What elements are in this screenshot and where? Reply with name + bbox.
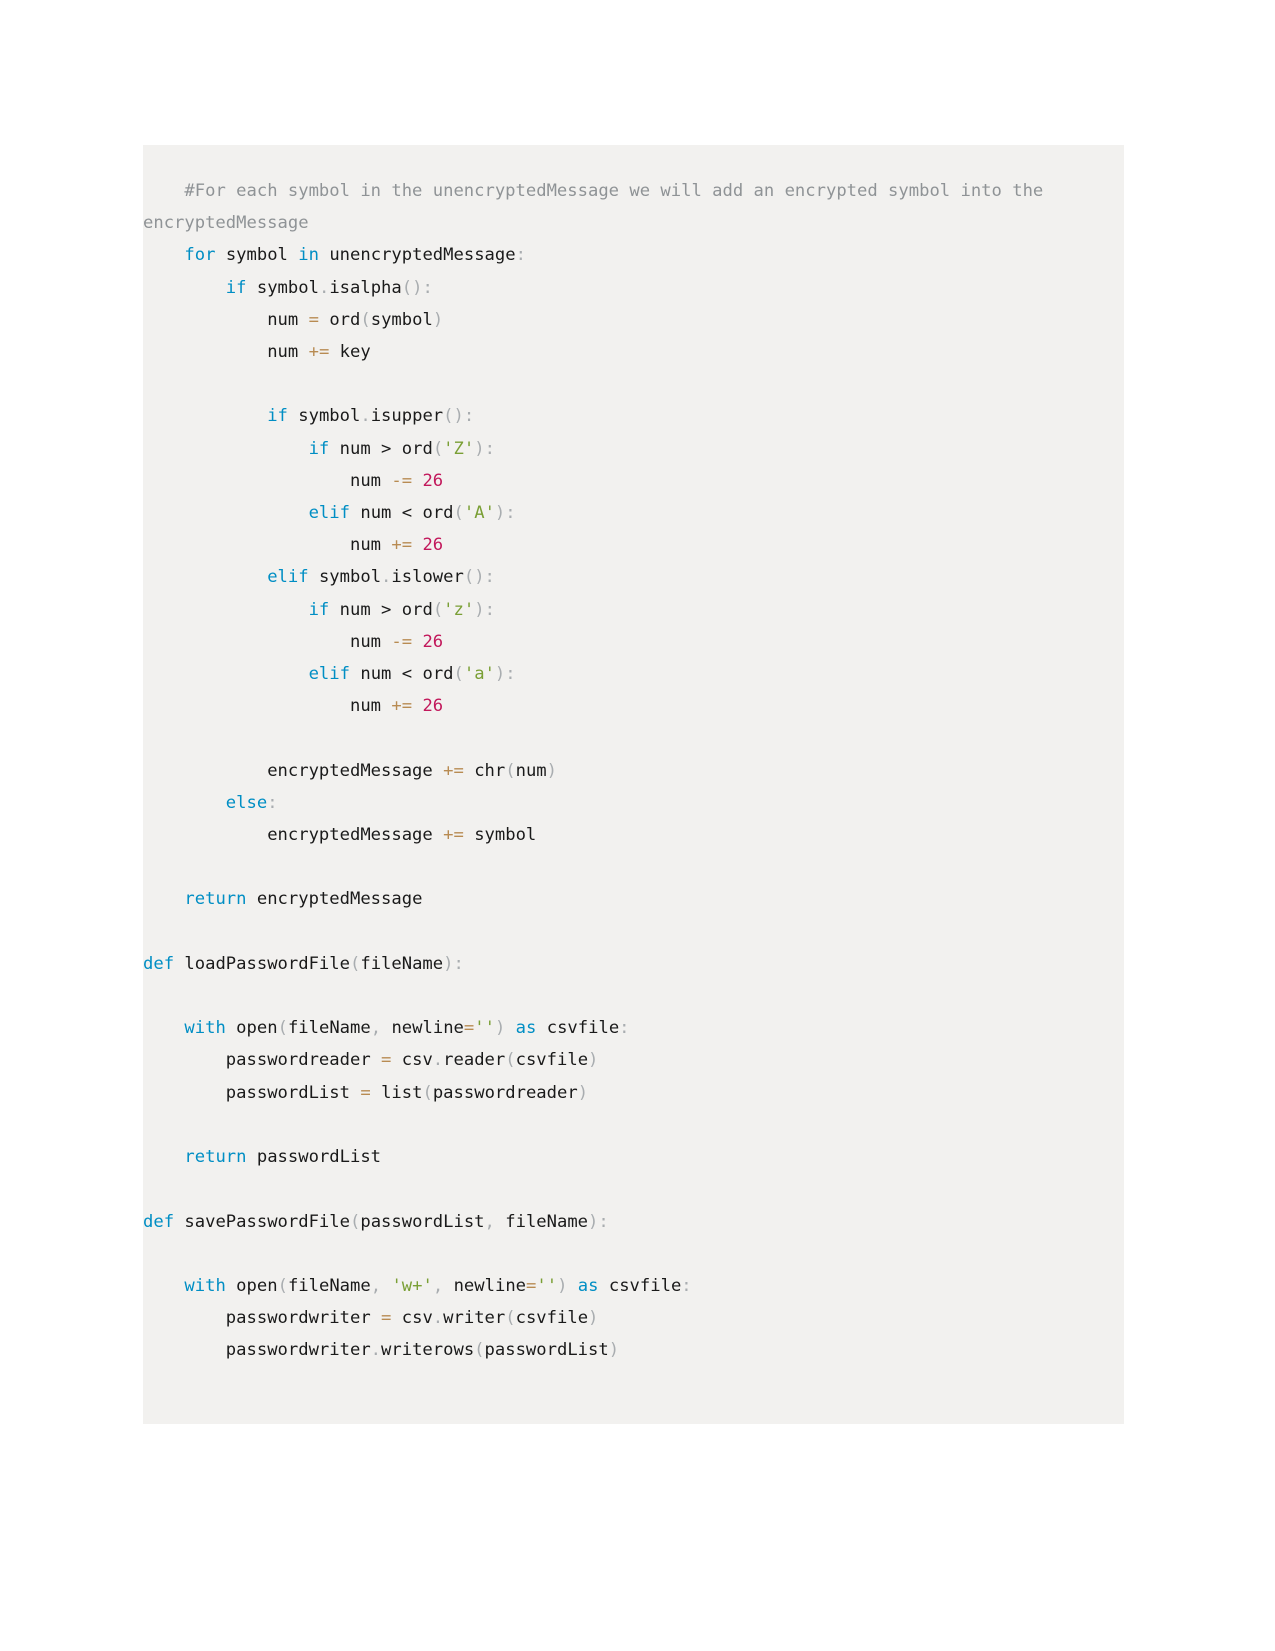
code-comment: #For each symbol in the unencryptedMessa… bbox=[143, 181, 1054, 234]
code-line: passwordwriter = csv.writer(csvfile) bbox=[225, 1308, 599, 1329]
code-line: encryptedMessage += chr(num) bbox=[267, 760, 557, 781]
code-line: elif num < ord('a'): bbox=[308, 664, 516, 685]
code-line: num = ord(symbol) bbox=[267, 309, 444, 330]
code-line: elif symbol.islower(): bbox=[267, 567, 495, 588]
code-line: encryptedMessage += symbol bbox=[267, 825, 537, 846]
code-line: num += key bbox=[267, 342, 371, 363]
code-line: for symbol in unencryptedMessage: bbox=[184, 245, 526, 266]
code-line: passwordwriter.writerows(passwordList) bbox=[225, 1340, 620, 1361]
code-line: if num > ord('Z'): bbox=[308, 438, 495, 459]
code-line: passwordreader = csv.reader(csvfile) bbox=[225, 1050, 599, 1071]
code-block: #For each symbol in the unencryptedMessa… bbox=[143, 145, 1124, 1424]
code-line: with open(fileName, 'w+', newline='') as… bbox=[184, 1275, 692, 1296]
code-line: with open(fileName, newline='') as csvfi… bbox=[184, 1018, 630, 1039]
code-line: else: bbox=[225, 792, 278, 813]
code-line: num -= 26 bbox=[349, 470, 444, 491]
code-line: return passwordList bbox=[184, 1147, 382, 1168]
code-line: num += 26 bbox=[349, 535, 444, 556]
code-line: if num > ord('z'): bbox=[308, 599, 495, 620]
code-line: def loadPasswordFile(fileName): bbox=[143, 953, 464, 974]
code-line: elif num < ord('A'): bbox=[308, 503, 516, 524]
code-line: passwordList = list(passwordreader) bbox=[225, 1082, 589, 1103]
code-line: num += 26 bbox=[349, 696, 444, 717]
code-line: num -= 26 bbox=[349, 631, 444, 652]
code-line: if symbol.isupper(): bbox=[267, 406, 475, 427]
code-line: return encryptedMessage bbox=[184, 889, 423, 910]
code-line: if symbol.isalpha(): bbox=[225, 277, 433, 298]
code-line: def savePasswordFile(passwordList, fileN… bbox=[143, 1211, 609, 1232]
code-listing: #For each symbol in the unencryptedMessa… bbox=[143, 175, 1124, 1367]
